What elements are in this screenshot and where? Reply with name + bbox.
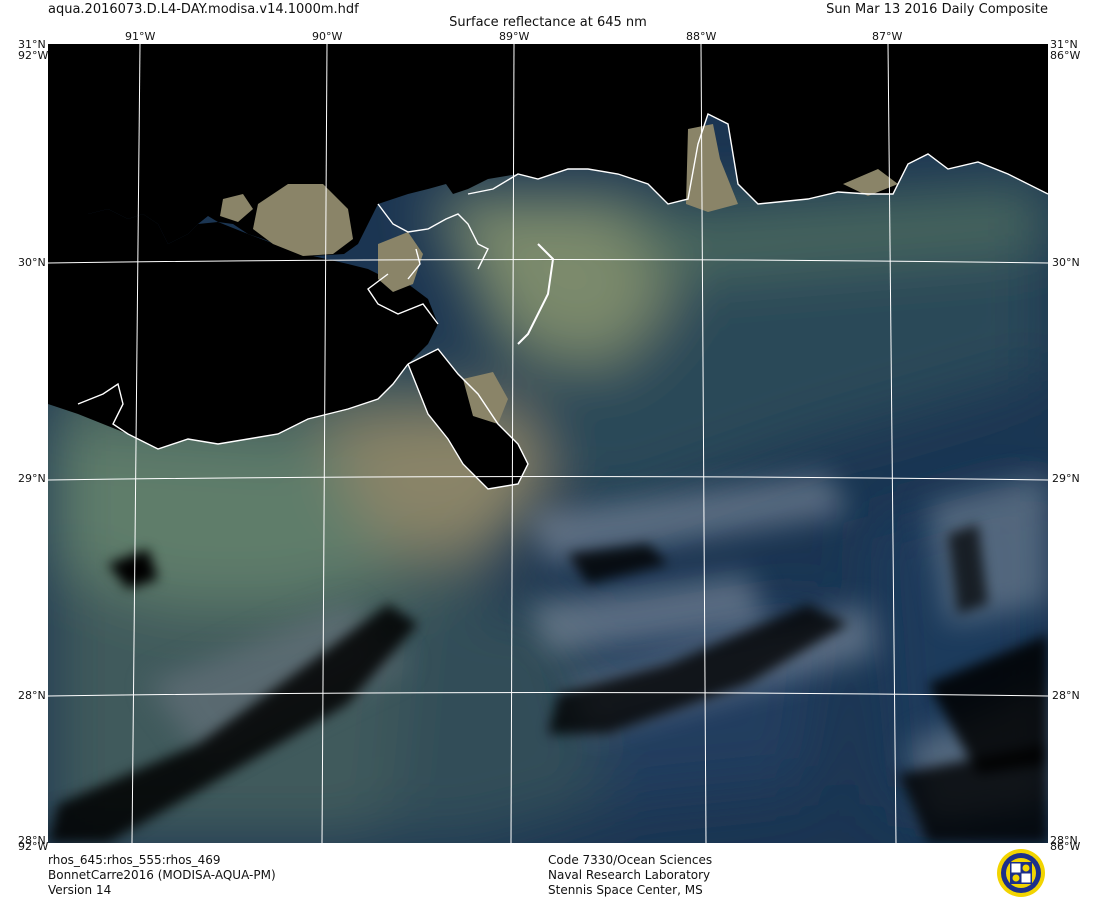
nrl-seal-icon <box>997 849 1045 897</box>
reflectance-image <box>48 44 1048 843</box>
lat-label-left: 30°N <box>18 256 46 269</box>
lat-label-left: 29°N <box>18 472 46 485</box>
lat-label-right: 28°N <box>1052 689 1080 702</box>
corner-label: 86°W <box>1050 49 1081 62</box>
composite-date: Sun Mar 13 2016 Daily Composite <box>826 2 1048 17</box>
lat-label-right: 29°N <box>1052 472 1080 485</box>
footer-lab: Naval Research Laboratory <box>548 868 711 882</box>
lat-label-left: 28°N <box>18 689 46 702</box>
lon-label-top: 88°W <box>686 30 717 43</box>
lon-label-top: 89°W <box>499 30 530 43</box>
footer-bands: rhos_645:rhos_555:rhos_469 <box>48 853 221 867</box>
footer-version: Version 14 <box>48 883 112 897</box>
satellite-map <box>48 44 1048 843</box>
corner-label: 92°W <box>18 840 49 853</box>
lon-label-top: 87°W <box>872 30 903 43</box>
corner-label: 92°W <box>18 49 49 62</box>
lon-label-top: 90°W <box>312 30 343 43</box>
footer-dataset: BonnetCarre2016 (MODISA-AQUA-PM) <box>48 868 276 882</box>
lon-label-top: 91°W <box>125 30 156 43</box>
corner-label: 86°W <box>1050 840 1081 853</box>
lat-label-right: 30°N <box>1052 256 1080 269</box>
footer-code: Code 7330/Ocean Sciences <box>548 853 713 867</box>
footer-location: Stennis Space Center, MS <box>548 883 703 897</box>
